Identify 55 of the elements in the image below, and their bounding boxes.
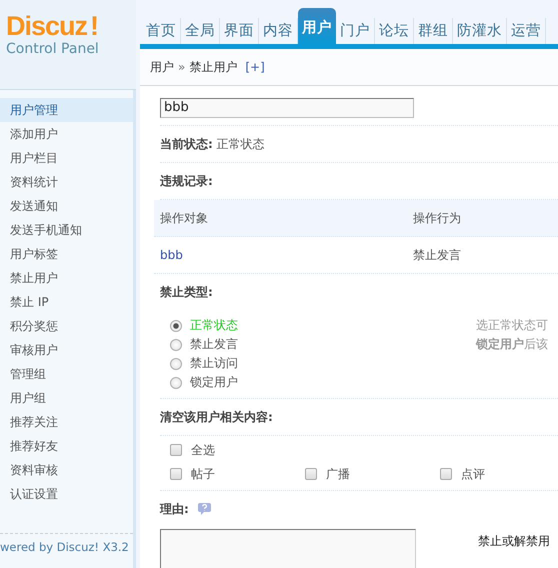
sidebar-item[interactable]: 禁止 IP bbox=[0, 290, 133, 314]
checkbox[interactable] bbox=[440, 468, 452, 480]
radio-button[interactable] bbox=[170, 358, 182, 370]
breadcrumb-current: 禁止用户 bbox=[189, 58, 238, 76]
nav-tab[interactable]: 用户 bbox=[298, 8, 336, 44]
reason-label: 理由: bbox=[160, 500, 189, 518]
radio-button[interactable] bbox=[170, 338, 182, 350]
sidebar-item[interactable]: 发送手机通知 bbox=[0, 218, 133, 242]
checkbox-label: 点评 bbox=[461, 466, 485, 482]
username-field[interactable]: bbb bbox=[160, 98, 414, 118]
hint-text: 锁定用户后该 bbox=[476, 336, 548, 353]
checkbox[interactable] bbox=[170, 444, 182, 456]
radio-label: 锁定用户 bbox=[190, 374, 238, 391]
checkbox-label: 帖子 bbox=[191, 466, 215, 482]
logo-subtitle: Control Panel bbox=[6, 41, 100, 57]
sidebar-item[interactable]: 发送通知 bbox=[0, 194, 133, 218]
sidebar-item[interactable]: 认证设置 bbox=[0, 482, 133, 506]
sidebar-item[interactable]: 添加用户 bbox=[0, 122, 133, 146]
ban-type-label: 禁止类型: bbox=[160, 284, 213, 300]
radio-label: 正常状态 bbox=[190, 317, 238, 334]
sidebar-item[interactable]: 用户标签 bbox=[0, 242, 133, 266]
radio-label: 禁止访问 bbox=[190, 355, 238, 372]
column-header: 操作行为 bbox=[413, 210, 462, 226]
sidebar-item[interactable]: 用户栏目 bbox=[0, 146, 133, 170]
checkbox-label: 广播 bbox=[326, 466, 350, 482]
sidebar-item[interactable]: 积分奖惩 bbox=[0, 314, 133, 338]
breadcrumb-separator: » bbox=[178, 60, 186, 74]
radio-label: 禁止发言 bbox=[190, 336, 238, 353]
sidebar-item[interactable]: 资料统计 bbox=[0, 170, 133, 194]
sidebar-item[interactable]: 用户管理 bbox=[0, 98, 133, 122]
clear-content-label: 清空该用户相关内容: bbox=[160, 408, 273, 426]
checkbox[interactable] bbox=[170, 468, 182, 480]
sidebar-item[interactable]: 管理组 bbox=[0, 362, 133, 386]
sidebar-item[interactable]: 审核用户 bbox=[0, 338, 133, 362]
column-header: 操作对象 bbox=[160, 210, 209, 226]
add-shortcut-link[interactable]: [+] bbox=[245, 60, 265, 74]
footer-text: wered by Discuz! X3.2 bbox=[0, 533, 133, 568]
checkbox[interactable] bbox=[305, 468, 317, 480]
hint-text: 选正常状态可 bbox=[476, 317, 548, 334]
sidebar-item[interactable]: 推荐关注 bbox=[0, 410, 133, 434]
status-text: 当前状态: 正常状态 bbox=[160, 136, 265, 152]
radio-button[interactable] bbox=[170, 320, 182, 332]
help-icon[interactable] bbox=[196, 502, 212, 516]
sidebar-item[interactable]: 禁止用户 bbox=[0, 266, 133, 290]
table-cell-text: 禁止发言 bbox=[413, 246, 462, 264]
logo: Discuz! bbox=[6, 12, 98, 40]
sidebar-item[interactable]: 资料审核 bbox=[0, 458, 133, 482]
records-label: 违规记录: bbox=[160, 172, 213, 190]
sidebar-item[interactable]: 用户组 bbox=[0, 386, 133, 410]
sidebar-item[interactable]: 推荐好友 bbox=[0, 434, 133, 458]
table-cell[interactable]: bbb bbox=[160, 248, 413, 262]
checkbox-label: 全选 bbox=[191, 442, 215, 458]
radio-button[interactable] bbox=[170, 376, 182, 388]
breadcrumb-link[interactable]: 用户 bbox=[150, 58, 174, 76]
reason-hint: 禁止或解禁用 bbox=[478, 533, 550, 550]
